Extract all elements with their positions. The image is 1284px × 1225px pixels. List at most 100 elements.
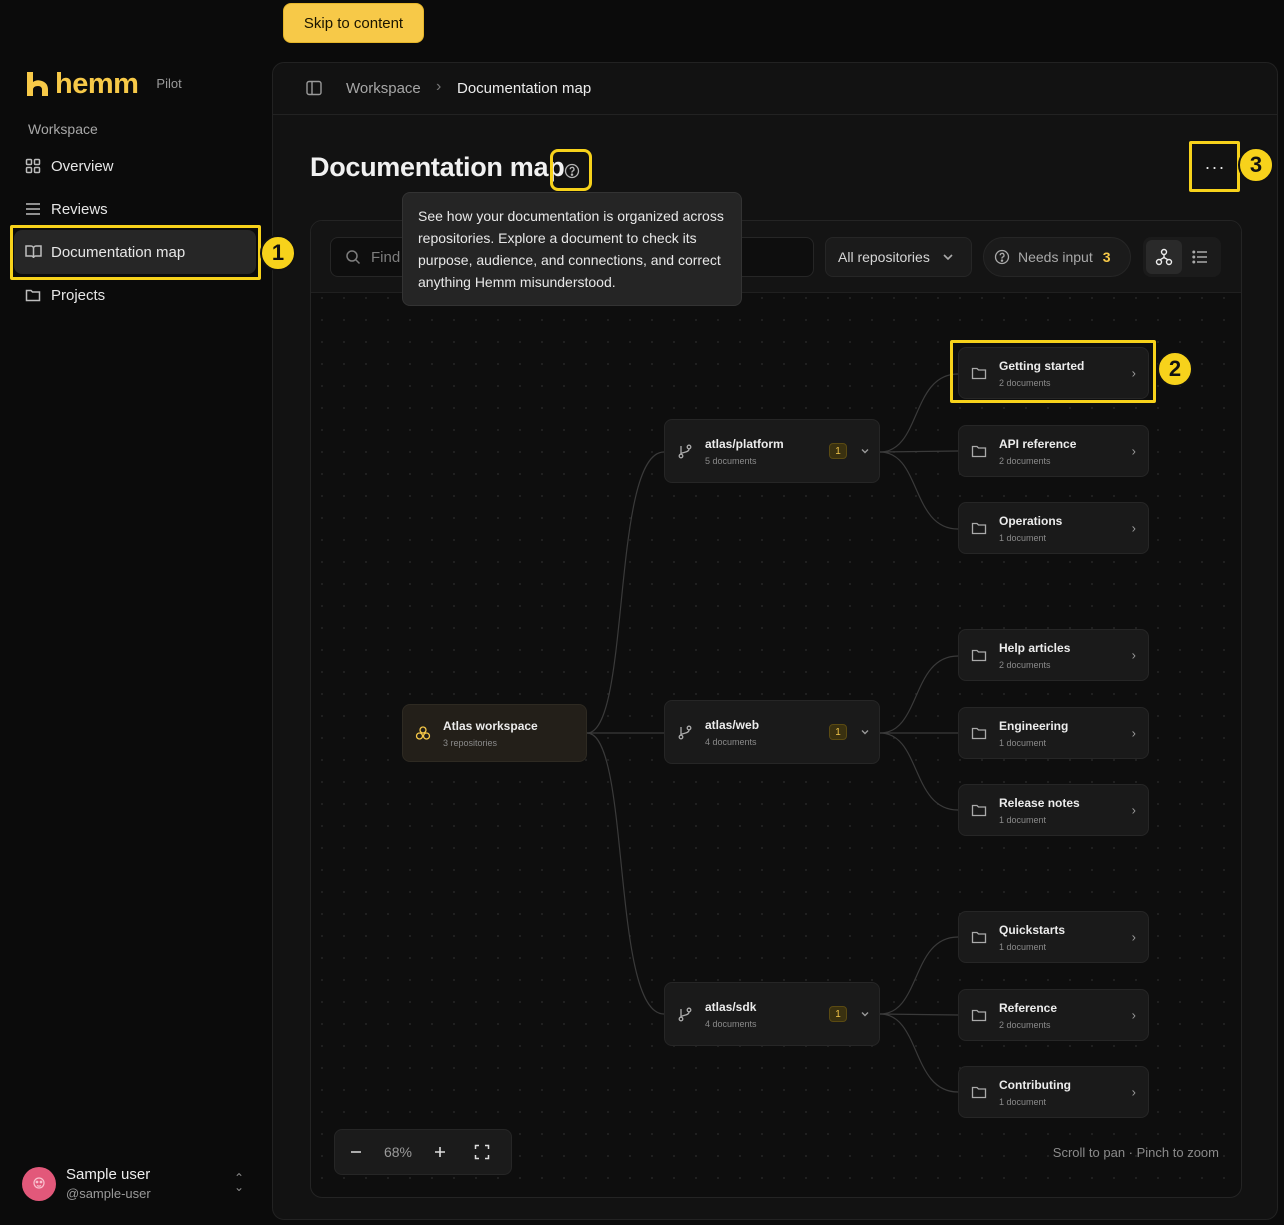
fullscreen-icon	[474, 1144, 490, 1160]
sidebar: hemm Pilot Workspace Overview Reviews Do…	[0, 0, 270, 1225]
node-subtitle: 3 repositories	[443, 737, 498, 748]
needs-input-badge: 1	[829, 724, 847, 740]
question-circle-icon	[564, 163, 580, 179]
folder-icon	[24, 286, 42, 304]
more-options-button[interactable]: ···	[1191, 143, 1239, 191]
node-subtitle: 4 documents	[705, 736, 757, 747]
chevron-right-icon: ›	[1131, 802, 1136, 818]
top-bar: Workspace › Documentation map	[273, 63, 1277, 115]
user-handle: @sample-user	[66, 1186, 151, 1201]
chevron-right-icon: ›	[1131, 365, 1136, 381]
breadcrumb-workspace[interactable]: Workspace	[346, 80, 421, 97]
node-title: atlas/sdk	[705, 999, 757, 1014]
folder-icon	[971, 1009, 987, 1022]
folder-icon	[971, 804, 987, 817]
chevron-right-icon: ›	[1131, 1007, 1136, 1023]
sidebar-item-overview[interactable]: Overview	[14, 144, 256, 188]
skip-to-content-link[interactable]: Skip to content	[283, 3, 424, 43]
folder-node[interactable]: API reference 2 documents ›	[958, 425, 1149, 477]
zoom-controls: 68%	[334, 1129, 512, 1175]
connector	[586, 451, 665, 734]
sidebar-toggle-icon[interactable]	[306, 80, 322, 96]
chevron-right-icon: ›	[1131, 725, 1136, 741]
node-title: atlas/platform	[705, 436, 784, 451]
main-panel: Workspace › Documentation map Documentat…	[272, 62, 1278, 1220]
chevron-right-icon: ›	[1131, 443, 1136, 459]
folder-node[interactable]: Operations 1 document ›	[958, 502, 1149, 554]
user-menu[interactable]: Sample user @sample-user ⌃ ⌄	[22, 1166, 252, 1201]
sidebar-item-label: Documentation map	[51, 243, 186, 261]
folder-node[interactable]: Getting started 2 documents ›	[958, 347, 1149, 399]
annotation-marker-1: 1	[260, 235, 296, 271]
node-subtitle: 1 document	[999, 532, 1047, 543]
sidebar-item-label: Projects	[51, 286, 106, 304]
node-subtitle: 1 document	[999, 1096, 1047, 1107]
brand[interactable]: hemm Pilot	[24, 68, 182, 100]
node-subtitle: 2 documents	[999, 455, 1051, 466]
documentation-map-canvas[interactable]: All repositories Needs input 3	[310, 220, 1242, 1198]
node-title: Contributing	[999, 1077, 1071, 1092]
folder-icon	[971, 367, 987, 380]
avatar	[22, 1166, 56, 1201]
connector	[879, 936, 959, 1015]
folder-icon	[971, 445, 987, 458]
folder-icon	[971, 649, 987, 662]
folder-node[interactable]: Reference 2 documents ›	[958, 989, 1149, 1041]
chevron-right-icon: ›	[1131, 647, 1136, 663]
repository-node-atlas-web[interactable]: atlas/web 4 documents 1	[664, 700, 880, 764]
folder-icon	[971, 727, 987, 740]
zoom-out-button[interactable]	[335, 1129, 377, 1175]
chevron-right-icon: ›	[1131, 929, 1136, 945]
node-subtitle: 2 documents	[999, 659, 1051, 670]
git-branch-icon	[678, 444, 692, 459]
node-title: Engineering	[999, 718, 1069, 733]
pan-zoom-hint: Scroll to pan · Pinch to zoom	[1052, 1145, 1219, 1160]
node-title: Quickstarts	[999, 922, 1066, 937]
brand-name: hemm	[55, 68, 139, 100]
zoom-level: 68%	[383, 1144, 413, 1160]
folder-icon	[971, 931, 987, 944]
connector	[879, 1013, 959, 1093]
folder-node[interactable]: Release notes 1 document ›	[958, 784, 1149, 836]
chevron-down-icon[interactable]	[860, 446, 870, 456]
node-subtitle: 2 documents	[999, 377, 1051, 388]
folder-node[interactable]: Quickstarts 1 document ›	[958, 911, 1149, 963]
list-icon	[24, 200, 42, 218]
breadcrumb-current: Documentation map	[457, 80, 592, 97]
plus-icon	[435, 1147, 445, 1157]
workspace-node[interactable]: Atlas workspace 3 repositories	[402, 704, 587, 762]
chevron-down-icon[interactable]	[860, 727, 870, 737]
connector	[879, 450, 959, 453]
repository-node-atlas-sdk[interactable]: atlas/sdk 4 documents 1	[664, 982, 880, 1046]
git-branch-icon	[678, 725, 692, 740]
git-branch-icon	[678, 1007, 692, 1022]
node-title: Help articles	[999, 640, 1071, 655]
folder-node[interactable]: Contributing 1 document ›	[958, 1066, 1149, 1118]
repository-node-atlas-platform[interactable]: atlas/platform 5 documents 1	[664, 419, 880, 483]
annotation-marker-3: 3	[1238, 147, 1274, 183]
annotation-marker-2: 2	[1157, 351, 1193, 387]
folder-node[interactable]: Help articles 2 documents ›	[958, 629, 1149, 681]
node-title: Getting started	[999, 358, 1085, 373]
needs-input-badge: 1	[829, 443, 847, 459]
connector	[586, 732, 665, 1015]
help-button[interactable]	[552, 151, 592, 191]
chevron-right-icon: ›	[1131, 1084, 1136, 1100]
folder-node[interactable]: Engineering 1 document ›	[958, 707, 1149, 759]
node-title: API reference	[999, 436, 1077, 451]
node-subtitle: 2 documents	[999, 1019, 1051, 1030]
help-tooltip: See how your documentation is organized …	[402, 192, 742, 306]
needs-input-badge: 1	[829, 1006, 847, 1022]
grid-icon	[24, 157, 42, 175]
node-subtitle: 4 documents	[705, 1018, 757, 1029]
book-icon	[24, 243, 42, 261]
sidebar-item-reviews[interactable]: Reviews	[14, 187, 256, 231]
fit-view-button[interactable]	[461, 1129, 503, 1175]
chevron-down-icon[interactable]	[860, 1009, 870, 1019]
sidebar-item-projects[interactable]: Projects	[14, 273, 256, 317]
folder-icon	[971, 522, 987, 535]
chevron-right-icon: ›	[1131, 520, 1136, 536]
sidebar-item-documentation-map[interactable]: Documentation map	[14, 230, 256, 274]
zoom-in-button[interactable]	[419, 1129, 461, 1175]
folder-icon	[971, 1086, 987, 1099]
